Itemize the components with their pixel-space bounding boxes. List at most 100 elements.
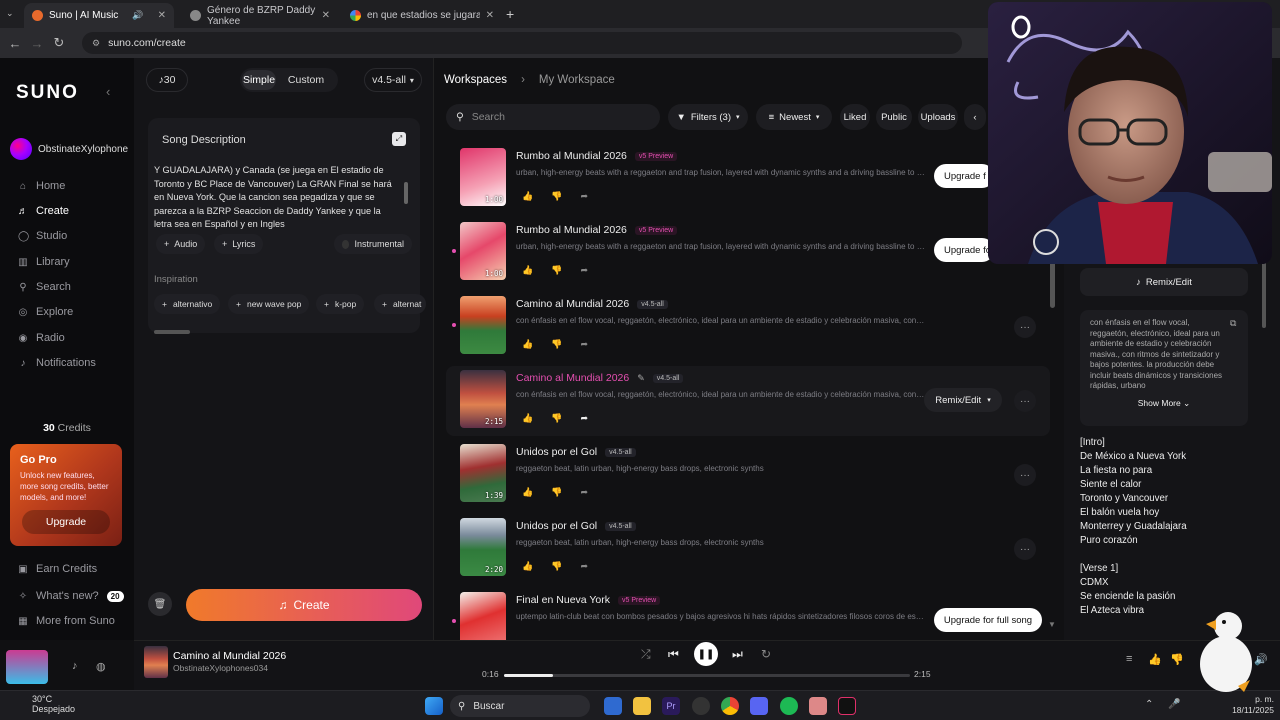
more-options-button[interactable]: ···: [1014, 538, 1036, 560]
back-icon[interactable]: ←: [4, 36, 26, 51]
chrome-icon[interactable]: [721, 697, 739, 715]
song-row-active[interactable]: 2:15 Camino al Mundial 2026 ✎ v4.5-all con…: [446, 366, 1050, 436]
pause-button[interactable]: ❚❚: [694, 642, 718, 666]
song-cover[interactable]: 1:39: [460, 444, 506, 502]
discord-icon[interactable]: ◍: [96, 660, 106, 673]
sidebar-item-create[interactable]: ♬ Create: [18, 205, 69, 217]
expand-icon[interactable]: ⤢: [392, 132, 406, 146]
new-tab-button[interactable]: +: [506, 6, 514, 22]
song-cover[interactable]: [460, 296, 506, 354]
clear-button[interactable]: 🗑: [148, 592, 172, 616]
thumbs-up-icon[interactable]: 👍: [522, 413, 533, 424]
song-description-input[interactable]: Y GUADALAJARA) y Canada (se juega en El …: [154, 164, 399, 232]
share-icon[interactable]: ➦: [580, 339, 588, 350]
sidebar-item-more-from-suno[interactable]: ▦ More from Suno: [18, 615, 115, 627]
song-row[interactable]: Camino al Mundial 2026 v4.5-all con énfas…: [446, 292, 1050, 362]
sidebar-item-home[interactable]: ⌂ Home: [18, 180, 65, 192]
upgrade-full-song-button[interactable]: Upgrade for full song: [934, 608, 1042, 632]
song-row[interactable]: 2:20 Unidos por el Gol v4.5-all reggaeton…: [446, 514, 1050, 584]
clock[interactable]: p. m. 18/11/2025: [1226, 694, 1274, 716]
scrollbar-thumb[interactable]: [404, 182, 408, 204]
thumbs-down-icon[interactable]: 👎: [551, 191, 562, 202]
song-title[interactable]: Rumbo al Mundial 2026: [516, 150, 627, 162]
close-icon[interactable]: ✕: [486, 10, 494, 21]
song-title[interactable]: Camino al Mundial 2026: [516, 298, 629, 310]
show-more-button[interactable]: Show More ⌄: [1090, 398, 1238, 409]
thumbs-up-icon[interactable]: 👍: [1148, 653, 1162, 666]
share-icon[interactable]: ➦: [580, 191, 588, 202]
weather-widget[interactable]: 30°C Despejado: [8, 694, 75, 714]
now-playing-artist[interactable]: ObstinateXylophones034: [173, 663, 268, 673]
previous-icon[interactable]: ⏮: [668, 647, 679, 662]
filters-button[interactable]: ▼ Filters (3) ▾: [668, 104, 748, 130]
scrollbar-thumb[interactable]: [1262, 258, 1266, 328]
more-options-button[interactable]: ···: [1014, 390, 1036, 412]
liked-filter[interactable]: Liked: [840, 104, 870, 130]
sidebar-item-notifications[interactable]: ♪ Notifications: [18, 357, 96, 369]
sort-newest-button[interactable]: ≡ Newest ▾: [756, 104, 832, 130]
edit-pencil-icon[interactable]: ✎: [637, 373, 645, 384]
thumbs-up-icon[interactable]: 👍: [522, 561, 533, 572]
sidebar-item-earn-credits[interactable]: ▣ Earn Credits: [18, 563, 97, 575]
song-row[interactable]: 1:39 Unidos por el Gol v4.5-all reggaeton…: [446, 440, 1050, 510]
thumbs-up-icon[interactable]: 👍: [522, 191, 533, 202]
description-scrollbar[interactable]: [404, 168, 408, 228]
tab-list-icon[interactable]: ⌄: [6, 8, 14, 19]
shuffle-icon[interactable]: ⤮: [641, 647, 651, 662]
microphone-icon[interactable]: 🎤: [1168, 699, 1180, 710]
create-button[interactable]: ♫ Create: [186, 589, 422, 621]
windows-start-icon[interactable]: [425, 697, 443, 715]
more-options-button[interactable]: ···: [1014, 464, 1036, 486]
close-icon[interactable]: ✕: [322, 10, 330, 21]
song-title[interactable]: Camino al Mundial 2026: [516, 372, 629, 384]
mode-custom-tab[interactable]: Custom: [282, 70, 330, 90]
tab-estadios[interactable]: en que estadios se jugara el mu ✕: [342, 3, 502, 28]
thumbs-up-icon[interactable]: 👍: [522, 265, 533, 276]
suno-logo[interactable]: SUNO: [16, 82, 79, 104]
inspiration-chip[interactable]: + alternat: [374, 294, 426, 314]
obs-icon[interactable]: [692, 697, 710, 715]
song-title[interactable]: Unidos por el Gol: [516, 446, 597, 458]
thumbs-down-icon[interactable]: 👎: [1170, 653, 1184, 666]
photos-icon[interactable]: [809, 697, 827, 715]
thumbs-up-icon[interactable]: 👍: [522, 487, 533, 498]
sidebar-item-radio[interactable]: ◉ Radio: [18, 332, 65, 344]
song-cover[interactable]: 2:15: [460, 370, 506, 428]
site-info-icon[interactable]: ⚙: [92, 38, 100, 49]
copy-icon[interactable]: ⧉: [1230, 318, 1236, 329]
scroll-down-icon[interactable]: ▼: [1048, 620, 1056, 629]
search-field[interactable]: ⚲ Search: [446, 104, 660, 130]
mode-simple-tab[interactable]: Simple: [242, 70, 276, 90]
thumbs-down-icon[interactable]: 👎: [551, 561, 562, 572]
now-playing-cover[interactable]: [144, 646, 168, 678]
remix-edit-button[interactable]: Remix/Edit ▾: [924, 388, 1002, 412]
progress-bar[interactable]: [504, 674, 910, 677]
song-cover[interactable]: 1:00: [460, 222, 506, 280]
user-menu[interactable]: ObstinateXylophone ⌄: [10, 138, 130, 160]
sidebar-item-library[interactable]: ▥ Library: [18, 256, 69, 268]
tray-chevron-icon[interactable]: ⌃: [1145, 699, 1153, 710]
collapse-sidebar-icon[interactable]: ‹: [106, 84, 110, 99]
close-icon[interactable]: ✕: [158, 10, 166, 21]
credits-pill[interactable]: ♪ 30: [146, 68, 188, 92]
sidebar-item-explore[interactable]: ◎ Explore: [18, 306, 74, 318]
thumbs-up-icon[interactable]: 👍: [522, 339, 533, 350]
sidebar-item-studio[interactable]: ◯ Studio: [18, 230, 67, 242]
share-icon[interactable]: ➦: [580, 413, 588, 424]
queue-icon[interactable]: ≡: [1126, 653, 1132, 665]
thumbs-down-icon[interactable]: 👎: [551, 339, 562, 350]
song-cover[interactable]: [460, 592, 506, 640]
upgrade-button[interactable]: Upgrade: [22, 510, 110, 534]
uploads-filter[interactable]: Uploads: [918, 104, 958, 130]
capcut-icon[interactable]: [838, 697, 856, 715]
thumbs-down-icon[interactable]: 👎: [551, 265, 562, 276]
more-options-button[interactable]: ···: [1014, 316, 1036, 338]
next-icon[interactable]: ⏭: [732, 647, 743, 662]
repeat-icon[interactable]: ↻: [761, 647, 771, 661]
thumbs-down-icon[interactable]: 👎: [551, 413, 562, 424]
toggle-switch[interactable]: [342, 239, 350, 249]
spotify-icon[interactable]: [780, 697, 798, 715]
song-cover[interactable]: 1:00: [460, 148, 506, 206]
upgrade-full-song-button[interactable]: Upgrade f: [934, 164, 994, 188]
add-lyrics-button[interactable]: + Lyrics: [214, 234, 264, 254]
